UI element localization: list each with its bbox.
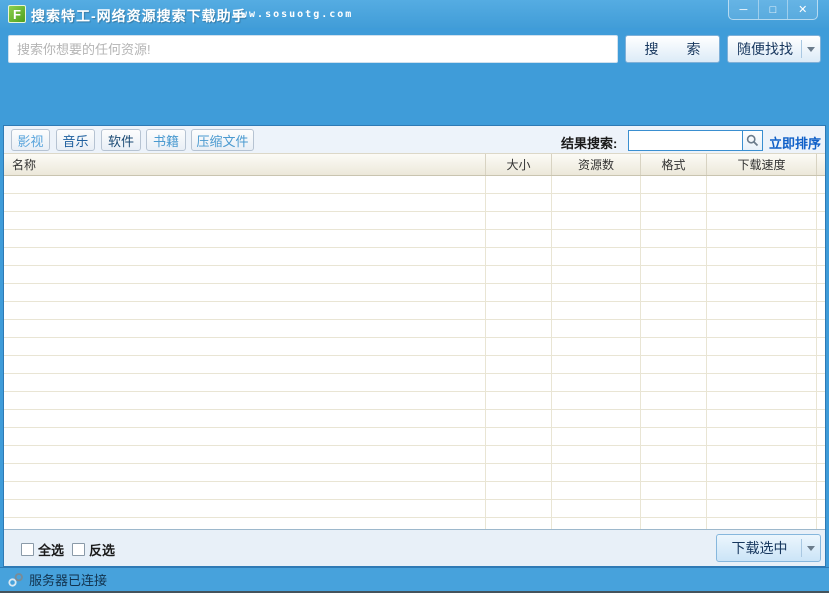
select-all-label: 全选: [38, 540, 64, 559]
tab-movies[interactable]: 影视: [11, 129, 50, 151]
column-gridline: [551, 176, 552, 529]
column-header-sources[interactable]: 资源数: [551, 154, 640, 175]
random-find-button[interactable]: 随便找找: [727, 35, 821, 63]
window-title: 搜索特工-网络资源搜索下载助手: [31, 6, 247, 26]
tab-software[interactable]: 软件: [101, 129, 141, 151]
main-search-input[interactable]: [8, 35, 618, 63]
tab-music[interactable]: 音乐: [56, 129, 95, 151]
link-icon: [8, 573, 24, 587]
result-filter-input[interactable]: [628, 130, 742, 151]
sort-now-link[interactable]: 立即排序: [769, 133, 821, 152]
result-search-label: 结果搜索:: [561, 133, 617, 152]
download-selected-button[interactable]: 下载选中: [716, 534, 821, 562]
column-gridline: [640, 176, 641, 529]
tab-books[interactable]: 书籍: [146, 129, 186, 151]
column-header-name[interactable]: 名称: [4, 154, 485, 175]
search-button[interactable]: 搜 索: [625, 35, 720, 63]
invert-selection-label: 反选: [89, 540, 115, 559]
category-tab-row: 影视 音乐 软件 书籍 压缩文件 结果搜索: 立即排序: [4, 126, 825, 153]
result-search-button[interactable]: [742, 130, 763, 151]
table-header: 名称 大小 资源数 格式 下载速度: [4, 153, 825, 176]
tab-archives[interactable]: 压缩文件: [191, 129, 254, 151]
column-header-speed[interactable]: 下载速度: [706, 154, 816, 175]
selection-controls: 全选 反选: [21, 540, 115, 559]
app-icon: F: [8, 5, 26, 23]
close-button[interactable]: ✕: [787, 0, 817, 19]
website-text: www.sosuotg.com: [233, 9, 353, 20]
chevron-down-icon[interactable]: [807, 546, 815, 551]
checkbox-icon[interactable]: [21, 543, 34, 556]
result-table-body[interactable]: [4, 176, 825, 529]
connection-status-text: 服务器已连接: [29, 570, 107, 589]
footer-bar: 全选 反选 下载选中: [4, 529, 825, 566]
minimize-button[interactable]: ─: [729, 0, 758, 19]
app-window: F 搜索特工-网络资源搜索下载助手 www.sosuotg.com ─ □ ✕ …: [0, 0, 829, 593]
status-bar: 服务器已连接: [0, 567, 829, 591]
column-header-format[interactable]: 格式: [640, 154, 706, 175]
button-divider: [801, 539, 802, 557]
window-controls: ─ □ ✕: [728, 0, 818, 20]
maximize-button[interactable]: □: [758, 0, 788, 19]
select-all-checkbox[interactable]: 全选: [21, 540, 64, 559]
column-gridline: [706, 176, 707, 529]
chevron-down-icon[interactable]: [807, 47, 815, 52]
checkbox-icon[interactable]: [72, 543, 85, 556]
invert-selection-checkbox[interactable]: 反选: [72, 540, 115, 559]
column-gridline: [485, 176, 486, 529]
random-find-label: 随便找找: [737, 39, 793, 59]
column-header-spacer: [816, 154, 825, 175]
titlebar: F 搜索特工-网络资源搜索下载助手 www.sosuotg.com ─ □ ✕: [0, 0, 829, 28]
column-header-size[interactable]: 大小: [485, 154, 551, 175]
column-gridline: [816, 176, 817, 529]
main-panel: 影视 音乐 软件 书籍 压缩文件 结果搜索: 立即排序 名称 大小 资源数 格式…: [3, 125, 826, 567]
search-icon: [746, 134, 759, 147]
button-divider: [801, 40, 802, 58]
download-selected-label: 下载选中: [732, 538, 788, 558]
